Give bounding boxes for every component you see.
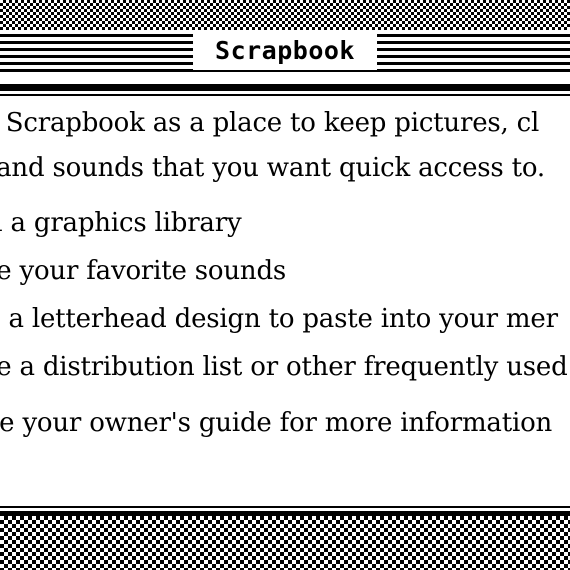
desktop-pattern-bottom bbox=[0, 516, 570, 570]
screen: Scrapbook he Scrapbook as a place to kee… bbox=[0, 0, 570, 570]
document-line: d a graphics library bbox=[0, 208, 242, 238]
document-line: p a letterhead design to paste into your… bbox=[0, 304, 558, 334]
document-line: , and sounds that you want quick access … bbox=[0, 153, 545, 183]
scrapbook-content-area[interactable]: he Scrapbook as a place to keep pictures… bbox=[0, 96, 570, 482]
title-plate: Scrapbook bbox=[193, 30, 377, 70]
window-title-bar[interactable]: Scrapbook bbox=[0, 30, 570, 70]
content-top-divider bbox=[0, 84, 570, 91]
document-line: he Scrapbook as a place to keep pictures… bbox=[0, 108, 540, 138]
scrapbook-window: Scrapbook he Scrapbook as a place to kee… bbox=[0, 30, 570, 521]
desktop-pattern-top bbox=[0, 0, 570, 30]
rule-spacer bbox=[0, 72, 570, 84]
document-line: ee your owner's guide for more informati… bbox=[0, 408, 553, 438]
window-title-text: Scrapbook bbox=[215, 35, 355, 65]
document-line: re your favorite sounds bbox=[0, 256, 287, 286]
document-line: re a distribution list or other frequent… bbox=[0, 352, 568, 382]
